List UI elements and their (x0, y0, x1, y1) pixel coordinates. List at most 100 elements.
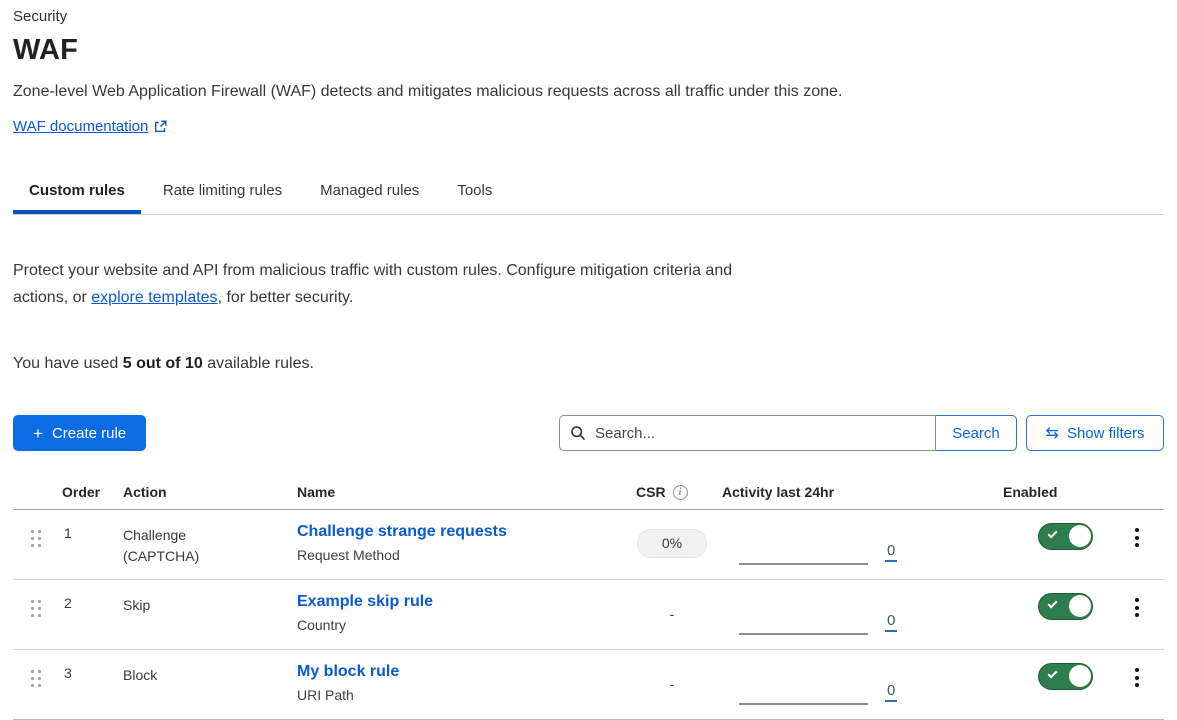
info-icon[interactable]: i (673, 485, 688, 500)
row-enabled-cell (996, 510, 1110, 579)
drag-handle-icon[interactable] (28, 667, 41, 687)
row-enabled-cell (996, 650, 1110, 719)
tab-custom-rules[interactable]: Custom rules (13, 172, 141, 214)
table-row: 3 Block My block rule URI Path - 0 (13, 650, 1164, 720)
check-icon (1048, 529, 1058, 539)
check-icon (1048, 599, 1058, 609)
row-name-cell: Challenge strange requests Request Metho… (290, 510, 629, 579)
activity-count-link[interactable]: 0 (885, 542, 897, 562)
kebab-menu-icon[interactable] (1129, 666, 1145, 719)
row-action-line1: Block (123, 665, 290, 686)
row-csr-cell: - (629, 650, 715, 719)
table-header-row: Order Action Name CSR i Activity last 24… (13, 481, 1164, 510)
swap-arrows-icon: ⇆ (1046, 425, 1059, 441)
enabled-toggle[interactable] (1038, 663, 1093, 690)
row-name-cell: My block rule URI Path (290, 650, 629, 719)
toolbar: + Create rule Search ⇆ Show filt (13, 415, 1164, 451)
csr-badge: 0% (637, 529, 707, 558)
drag-handle-icon[interactable] (28, 527, 41, 547)
row-handle-cell (13, 580, 55, 649)
row-action: Challenge (CAPTCHA) (116, 510, 290, 579)
header-name: Name (290, 481, 629, 500)
header-csr-label: CSR (636, 484, 666, 500)
table-row: 2 Skip Example skip rule Country - 0 (13, 580, 1164, 650)
activity-count-link[interactable]: 0 (885, 612, 897, 632)
row-menu-cell (1110, 510, 1164, 579)
kebab-menu-icon[interactable] (1129, 596, 1145, 649)
waf-documentation-link-label: WAF documentation (13, 118, 148, 135)
intro-text: Protect your website and API from malici… (13, 257, 743, 311)
tab-rate-limiting-rules[interactable]: Rate limiting rules (147, 172, 298, 214)
row-menu-cell (1110, 580, 1164, 649)
enabled-toggle[interactable] (1038, 593, 1093, 620)
row-handle-cell (13, 650, 55, 719)
page-description: Zone-level Web Application Firewall (WAF… (13, 83, 1164, 101)
rule-criteria: Request Method (297, 547, 629, 563)
row-activity-cell: 0 (715, 650, 996, 719)
row-action-line1: Skip (123, 595, 290, 616)
tab-tools[interactable]: Tools (441, 172, 508, 214)
waf-page: Security WAF Zone-level Web Application … (0, 0, 1177, 720)
row-csr-cell: - (629, 580, 715, 649)
activity-sparkline (739, 633, 868, 635)
kebab-menu-icon[interactable] (1129, 526, 1145, 579)
activity-count-link[interactable]: 0 (885, 682, 897, 702)
tab-bar: Custom rules Rate limiting rules Managed… (13, 172, 1164, 215)
usage-text: You have used 5 out of 10 available rule… (13, 355, 1164, 373)
rule-criteria: URI Path (297, 687, 629, 703)
intro-after: , for better security. (218, 289, 354, 306)
row-action-line1: Challenge (123, 525, 290, 546)
plus-icon: + (33, 425, 43, 442)
row-activity-cell: 0 (715, 510, 996, 579)
toggle-knob (1069, 525, 1091, 547)
explore-templates-link[interactable]: explore templates (91, 289, 217, 306)
show-filters-button[interactable]: ⇆ Show filters (1026, 415, 1164, 451)
header-action: Action (116, 481, 290, 500)
toolbar-right: Search ⇆ Show filters (559, 415, 1164, 451)
page-title: WAF (13, 34, 1164, 67)
toggle-knob (1069, 665, 1091, 687)
breadcrumb: Security (13, 8, 1164, 25)
header-enabled: Enabled (996, 481, 1110, 500)
row-order: 3 (55, 650, 116, 719)
enabled-toggle[interactable] (1038, 523, 1093, 550)
search-wrap (559, 415, 936, 451)
search-button[interactable]: Search (935, 415, 1017, 451)
header-activity: Activity last 24hr (715, 481, 996, 500)
row-action-line2: (CAPTCHA) (123, 546, 290, 567)
header-menu-spacer (1110, 481, 1164, 500)
usage-prefix: You have used (13, 355, 123, 372)
search-input[interactable] (559, 415, 936, 451)
rule-criteria: Country (297, 617, 629, 633)
external-link-icon (154, 120, 167, 133)
row-action: Skip (116, 580, 290, 649)
row-enabled-cell (996, 580, 1110, 649)
usage-suffix: available rules. (203, 355, 314, 372)
doc-link-row: WAF documentation (13, 118, 1164, 136)
waf-documentation-link[interactable]: WAF documentation (13, 118, 167, 135)
row-order: 2 (55, 580, 116, 649)
row-activity-cell: 0 (715, 580, 996, 649)
table-row: 1 Challenge (CAPTCHA) Challenge strange … (13, 510, 1164, 580)
rule-name-link[interactable]: My block rule (297, 663, 399, 680)
rules-table: Order Action Name CSR i Activity last 24… (13, 481, 1164, 720)
header-spacer (13, 481, 55, 500)
search-group: Search (559, 415, 1017, 451)
row-handle-cell (13, 510, 55, 579)
row-action: Block (116, 650, 290, 719)
show-filters-label: Show filters (1067, 425, 1145, 442)
row-csr-cell: 0% (629, 510, 715, 579)
rule-name-link[interactable]: Challenge strange requests (297, 523, 507, 540)
search-icon (570, 425, 586, 441)
create-rule-button-label: Create rule (52, 425, 126, 442)
toggle-knob (1069, 595, 1091, 617)
drag-handle-icon[interactable] (28, 597, 41, 617)
rule-name-link[interactable]: Example skip rule (297, 593, 433, 610)
check-icon (1048, 669, 1058, 679)
row-order: 1 (55, 510, 116, 579)
activity-sparkline (739, 563, 868, 565)
row-name-cell: Example skip rule Country (290, 580, 629, 649)
tab-managed-rules[interactable]: Managed rules (304, 172, 435, 214)
create-rule-button[interactable]: + Create rule (13, 415, 146, 451)
activity-sparkline (739, 703, 868, 705)
